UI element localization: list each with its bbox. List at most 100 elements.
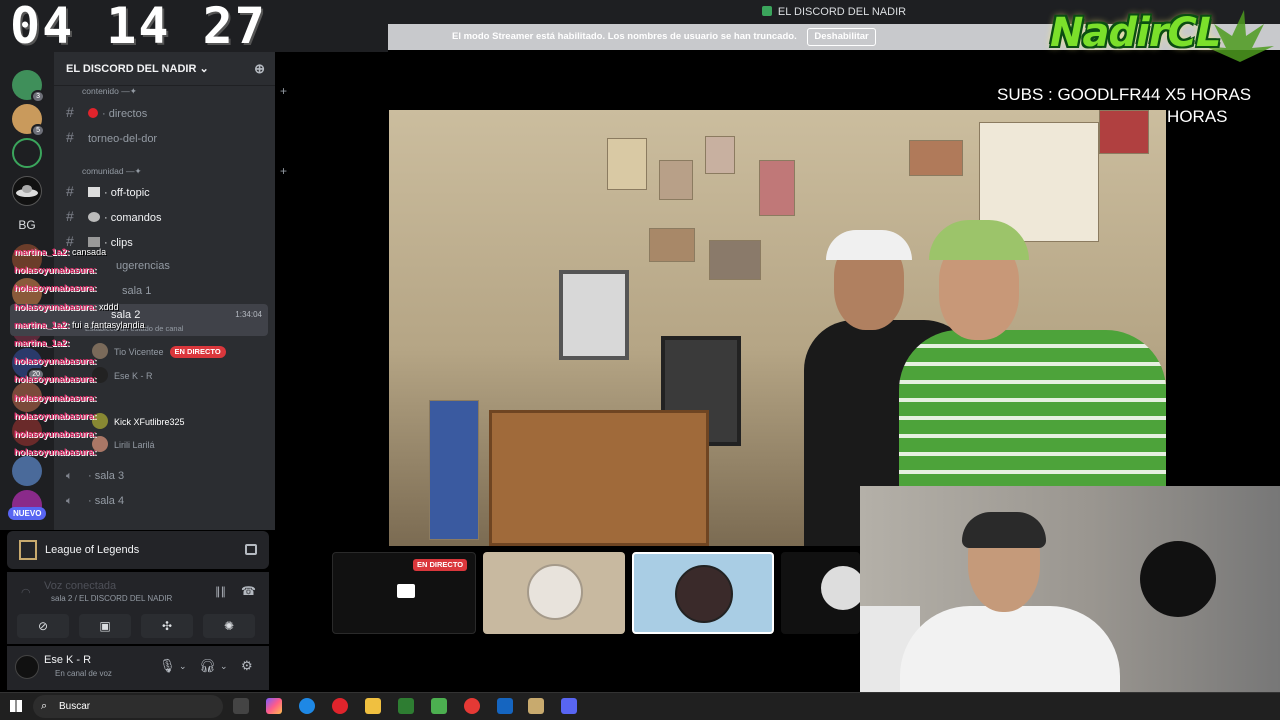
taskbar-search[interactable]: ⌕ Buscar — [33, 695, 223, 718]
channel-comandos[interactable]: # · comandos — [64, 205, 269, 227]
activity-game: League of Legends — [45, 544, 140, 556]
server-item[interactable]: 3 — [12, 70, 45, 103]
disable-streamer-button[interactable]: Deshabilitar — [807, 28, 876, 46]
stream-game-icon[interactable] — [245, 544, 257, 555]
voice-channel-sala-4[interactable]: 🔈︎ · sala 4 — [64, 490, 269, 512]
store-icon[interactable] — [497, 698, 513, 714]
hash-icon: # — [66, 183, 74, 199]
chat-message: holasoyunabasura: xddd — [14, 298, 214, 316]
folder-icon[interactable] — [365, 698, 381, 714]
app-icon[interactable] — [431, 698, 447, 714]
opera-icon[interactable] — [332, 698, 348, 714]
user-panel: Ese K - R En canal de voz 🎙︎ ⌄ 🎧︎ ⌄ ⚙ — [7, 646, 269, 690]
soundboard-icon: ✺ — [223, 619, 235, 633]
gear-icon[interactable]: ⚙ — [241, 658, 253, 674]
screen-share-icon: ▣ — [99, 619, 111, 633]
desk — [489, 410, 709, 546]
poster — [429, 400, 479, 540]
new-badge[interactable]: NUEVO — [8, 507, 47, 520]
chat-bubble-icon — [88, 187, 100, 197]
add-channel-icon[interactable]: + — [280, 164, 287, 178]
windows-start-icon[interactable] — [10, 700, 22, 712]
window-title: EL DISCORD DEL NADIR — [777, 6, 907, 18]
avatar — [821, 566, 860, 610]
camera-off-button[interactable]: ⊘ — [17, 614, 69, 638]
add-channel-icon[interactable]: + — [280, 84, 287, 98]
copilot-icon[interactable] — [266, 698, 282, 714]
channel-label: · sala 4 — [88, 495, 125, 507]
channel-directos[interactable]: # · directos — [64, 101, 269, 123]
voice-channel-path[interactable]: sala 2 / EL DISCORD DEL NADIR — [51, 594, 172, 603]
category-label: comunidad —✦ — [82, 166, 142, 176]
microphone-icon[interactable]: 🎙︎ — [159, 658, 176, 674]
red-dot-icon — [88, 108, 98, 118]
activities-button[interactable]: ✣ — [141, 614, 193, 638]
server-item[interactable]: 5 — [12, 104, 45, 137]
voice-status-title[interactable]: Voz conectada — [44, 580, 116, 592]
mention-badge: 5 — [31, 124, 45, 137]
poster — [909, 140, 963, 176]
invite-icon[interactable]: ⊕ — [254, 52, 265, 86]
poster — [607, 138, 647, 190]
avatar — [675, 565, 733, 623]
edge-icon[interactable] — [299, 698, 315, 714]
search-icon: ⌕ — [41, 700, 48, 712]
hash-icon: # — [66, 129, 74, 145]
category-label: contenido —✦ — [82, 86, 137, 96]
soundwave-icon[interactable]: ∥∥ — [215, 585, 226, 598]
channel-torneo[interactable]: # torneo-del-dor — [64, 126, 269, 148]
participant-tile-active[interactable] — [632, 552, 774, 634]
activity-panel[interactable]: League of Legends — [7, 531, 269, 569]
category-contenido[interactable]: contenido —✦ + — [82, 84, 287, 98]
mention-badge: 3 — [31, 90, 45, 103]
category-comunidad[interactable]: comunidad —✦ + — [82, 164, 287, 178]
headphones-icon[interactable]: 🎧︎ — [199, 658, 216, 674]
chat-user: martina_1a2: — [14, 338, 70, 349]
stream-view[interactable] — [389, 110, 1166, 546]
taskbar: ⌕ Buscar — [0, 692, 1280, 720]
task-view-icon[interactable] — [233, 698, 249, 714]
user-name[interactable]: Ese K - R — [44, 654, 91, 666]
chat-message: holasoyunabasura: — [14, 407, 214, 425]
chevron-down-icon[interactable]: ⌄ — [179, 661, 187, 672]
chat-message: martina_1a2: — [14, 334, 214, 352]
poster — [659, 160, 693, 200]
screen-share-icon — [397, 584, 415, 598]
channel-logo: NadirCL — [1044, 2, 1276, 72]
signal-icon[interactable]: ◠ — [21, 586, 31, 599]
chat-message: holasoyunabasura: — [14, 279, 214, 297]
live-badge: EN DIRECTO — [413, 559, 468, 571]
channel-off-topic[interactable]: # · off-topic — [64, 180, 269, 202]
channel-label: · sala 3 — [88, 470, 125, 482]
server-item[interactable] — [12, 138, 42, 168]
chat-message: holasoyunabasura: — [14, 443, 214, 461]
avatar[interactable] — [15, 655, 39, 679]
screen-share-button[interactable]: ▣ — [79, 614, 131, 638]
poster — [649, 228, 695, 262]
voice-channel-sala-3[interactable]: 🔈︎ · sala 3 — [64, 465, 269, 487]
chevron-down-icon[interactable]: ⌄ — [220, 661, 228, 672]
app-icon[interactable] — [398, 698, 414, 714]
channel-label: torneo-del-dor — [88, 133, 158, 145]
app-icon[interactable] — [464, 698, 480, 714]
call-timer: 1:34:04 — [235, 310, 262, 319]
server-header[interactable]: EL DISCORD DEL NADIR ⌄ ⊕ — [54, 52, 275, 86]
disconnect-icon[interactable]: ☎ — [241, 584, 256, 598]
chat-message: martina_1a2: fui a fantasylandia — [14, 316, 214, 334]
chat-message: holasoyunabasura: — [14, 425, 214, 443]
soundboard-button[interactable]: ✺ — [203, 614, 255, 638]
search-placeholder: Buscar — [59, 701, 91, 712]
participant-tile[interactable] — [781, 552, 860, 634]
participant-tile-stream[interactable]: EN DIRECTO — [332, 552, 476, 634]
channel-label: · off-topic — [104, 187, 150, 199]
discord-icon[interactable] — [561, 698, 577, 714]
server-item-bg[interactable]: BG — [12, 210, 42, 240]
chat-user: martina_1a2: — [14, 319, 70, 330]
participant-tile[interactable] — [483, 552, 625, 634]
league-icon[interactable] — [528, 698, 544, 714]
ufo-icon — [16, 185, 38, 197]
chat-user: holasoyunabasura: — [14, 283, 97, 294]
server-item[interactable] — [12, 176, 42, 206]
chevron-down-icon: ⌄ — [199, 63, 209, 75]
chat-message: holasoyunabasura: — [14, 389, 214, 407]
